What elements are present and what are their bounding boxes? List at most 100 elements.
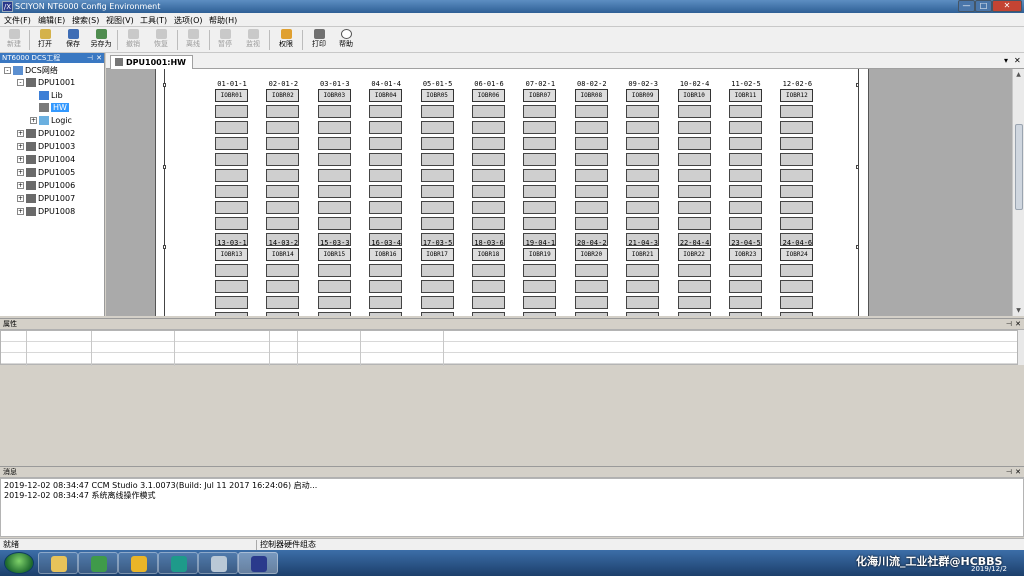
- io-slot[interactable]: [472, 280, 505, 293]
- menu-help[interactable]: 帮助(H): [209, 15, 237, 26]
- io-slot[interactable]: [472, 185, 505, 198]
- offline-button[interactable]: 离线: [180, 28, 206, 52]
- canvas-vertical-scrollbar[interactable]: ▲ ▼: [1012, 69, 1024, 316]
- menu-options[interactable]: 选项(O): [174, 15, 203, 26]
- io-slot[interactable]: [677, 121, 711, 134]
- io-slot[interactable]: [780, 185, 814, 198]
- io-slot[interactable]: [677, 169, 711, 182]
- rack-name-box[interactable]: IOBR05: [420, 89, 454, 102]
- tree-node-dpu1008[interactable]: + DPU1008: [17, 206, 75, 218]
- io-slot[interactable]: [574, 105, 608, 118]
- io-slot[interactable]: [523, 264, 557, 277]
- pin-icon[interactable]: ⊣: [1006, 467, 1012, 478]
- io-slot[interactable]: [317, 105, 351, 118]
- menu-search[interactable]: 搜索(S): [72, 15, 99, 26]
- io-slot[interactable]: [780, 137, 814, 150]
- io-slot[interactable]: [729, 121, 762, 134]
- io-slot[interactable]: [317, 185, 351, 198]
- io-slot[interactable]: [574, 153, 608, 166]
- tree-node-logic[interactable]: + Logic: [30, 115, 72, 127]
- help-button[interactable]: 帮助: [333, 28, 359, 52]
- io-slot[interactable]: [523, 121, 557, 134]
- property-row[interactable]: [1, 342, 1017, 353]
- close-icon[interactable]: ✕: [96, 53, 102, 63]
- io-slot[interactable]: [574, 201, 608, 214]
- io-slot[interactable]: [472, 153, 505, 166]
- tab-list-dropdown-icon[interactable]: ▾: [1004, 56, 1008, 65]
- io-slot[interactable]: [677, 201, 711, 214]
- io-slot[interactable]: [369, 169, 403, 182]
- rack-name-box[interactable]: IOBR16: [369, 248, 403, 261]
- rack-name-box[interactable]: IOBR21: [626, 248, 660, 261]
- io-slot[interactable]: [420, 296, 454, 309]
- menu-file[interactable]: 文件(F): [4, 15, 31, 26]
- io-slot[interactable]: [472, 121, 505, 134]
- io-slot[interactable]: [729, 137, 762, 150]
- pause-button[interactable]: 暂停: [212, 28, 238, 52]
- scroll-up-icon[interactable]: ▲: [1013, 69, 1024, 80]
- rack-name-box[interactable]: IOBR09: [626, 89, 660, 102]
- rack-name-box[interactable]: IOBR23: [729, 248, 762, 261]
- taskbar-box-app[interactable]: [78, 552, 118, 574]
- io-slot[interactable]: [215, 201, 248, 214]
- io-slot[interactable]: [472, 217, 505, 230]
- tab-close-icon[interactable]: ✕: [1014, 56, 1021, 65]
- io-slot[interactable]: [215, 121, 248, 134]
- io-slot[interactable]: [215, 153, 248, 166]
- io-slot[interactable]: [420, 264, 454, 277]
- io-slot[interactable]: [780, 121, 814, 134]
- io-slot[interactable]: [626, 217, 660, 230]
- taskbar-tools-app[interactable]: [198, 552, 238, 574]
- io-slot[interactable]: [472, 312, 505, 316]
- io-slot[interactable]: [266, 169, 300, 182]
- close-icon[interactable]: ✕: [1015, 467, 1021, 478]
- io-slot[interactable]: [420, 169, 454, 182]
- io-slot[interactable]: [626, 169, 660, 182]
- io-slot[interactable]: [317, 169, 351, 182]
- io-slot[interactable]: [523, 217, 557, 230]
- io-slot[interactable]: [626, 105, 660, 118]
- io-slot[interactable]: [574, 296, 608, 309]
- io-slot[interactable]: [574, 137, 608, 150]
- undo-button[interactable]: 撤销: [120, 28, 146, 52]
- io-slot[interactable]: [677, 105, 711, 118]
- io-slot[interactable]: [780, 280, 814, 293]
- monitor-button[interactable]: 监视: [240, 28, 266, 52]
- io-slot[interactable]: [729, 264, 762, 277]
- io-slot[interactable]: [472, 169, 505, 182]
- properties-grid[interactable]: [0, 330, 1018, 366]
- io-slot[interactable]: [215, 137, 248, 150]
- save-button[interactable]: 保存: [60, 28, 86, 52]
- io-slot[interactable]: [574, 121, 608, 134]
- io-slot[interactable]: [215, 185, 248, 198]
- taskbar-refresh-app[interactable]: [158, 552, 198, 574]
- property-row[interactable]: [1, 331, 1017, 342]
- pin-icon[interactable]: ⊣: [87, 53, 93, 63]
- io-slot[interactable]: [420, 312, 454, 316]
- io-slot[interactable]: [317, 312, 351, 316]
- rack-name-box[interactable]: IOBR19: [523, 248, 557, 261]
- tree-node-dpu1001[interactable]: - DPU1001: [17, 77, 75, 89]
- io-slot[interactable]: [780, 201, 814, 214]
- io-slot[interactable]: [369, 312, 403, 316]
- expand-icon[interactable]: +: [17, 143, 24, 150]
- io-slot[interactable]: [472, 201, 505, 214]
- io-slot[interactable]: [574, 280, 608, 293]
- io-slot[interactable]: [780, 312, 814, 316]
- io-slot[interactable]: [523, 280, 557, 293]
- collapse-icon[interactable]: -: [4, 67, 11, 74]
- io-slot[interactable]: [523, 312, 557, 316]
- message-log[interactable]: 2019-12-02 08:34:47 CCM Studio 3.1.0073(…: [0, 478, 1024, 537]
- io-slot[interactable]: [215, 217, 248, 230]
- io-slot[interactable]: [369, 121, 403, 134]
- io-slot[interactable]: [729, 312, 762, 316]
- open-button[interactable]: 打开: [32, 28, 58, 52]
- io-slot[interactable]: [780, 169, 814, 182]
- io-slot[interactable]: [215, 169, 248, 182]
- io-slot[interactable]: [626, 201, 660, 214]
- expand-icon[interactable]: +: [17, 208, 24, 215]
- io-slot[interactable]: [215, 296, 248, 309]
- io-slot[interactable]: [266, 121, 300, 134]
- io-slot[interactable]: [574, 169, 608, 182]
- tree-node-lib[interactable]: Lib: [39, 90, 63, 102]
